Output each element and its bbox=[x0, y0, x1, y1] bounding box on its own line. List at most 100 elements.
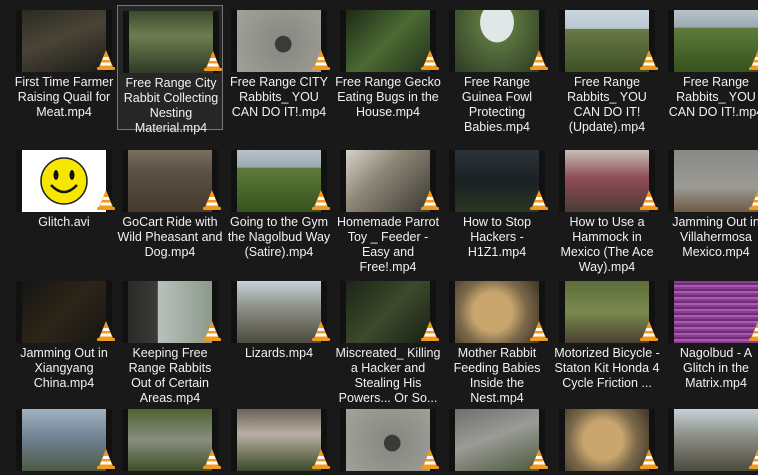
file-item[interactable]: GoCart Ride with Wild Pheasant and Dog.m… bbox=[117, 145, 223, 270]
file-item[interactable]: Jamming Out in Villahermosa Mexico.mp4 bbox=[663, 145, 758, 270]
thumbnail-frame bbox=[346, 10, 430, 72]
video-thumbnail bbox=[668, 150, 758, 212]
file-item[interactable]: Lizards.mp4 bbox=[226, 276, 332, 401]
video-thumbnail bbox=[668, 409, 758, 471]
thumbnail-frame bbox=[455, 150, 539, 212]
thumbnail-frame bbox=[565, 281, 649, 343]
file-name-label: Motorized Bicycle - Staton Kit Honda 4 C… bbox=[554, 346, 660, 390]
vlc-cone-icon bbox=[312, 189, 330, 211]
vlc-cone-icon bbox=[530, 448, 548, 470]
vlc-cone-icon bbox=[530, 49, 548, 71]
file-name-label: Miscreated_ Killing a Hacker and Stealin… bbox=[335, 346, 441, 405]
file-item[interactable]: Free Range Gecko Eating Bugs in the Hous… bbox=[335, 5, 441, 130]
file-name-label: Free Range Gecko Eating Bugs in the Hous… bbox=[335, 75, 441, 119]
thumbnail-frame bbox=[674, 150, 758, 212]
vlc-cone-icon bbox=[97, 448, 115, 470]
file-name-label: GoCart Ride with Wild Pheasant and Dog.m… bbox=[117, 215, 223, 259]
file-item[interactable] bbox=[226, 404, 332, 471]
file-item[interactable]: How to Use a Hammock in Mexico (The Ace … bbox=[554, 145, 660, 274]
vlc-cone-icon bbox=[640, 448, 658, 470]
thumbnail-frame bbox=[346, 150, 430, 212]
file-item[interactable] bbox=[335, 404, 441, 471]
vlc-cone-icon bbox=[203, 189, 221, 211]
file-item[interactable] bbox=[663, 404, 758, 471]
thumbnail-frame bbox=[565, 10, 649, 72]
vlc-cone-icon bbox=[749, 49, 758, 71]
vlc-cone-icon bbox=[312, 448, 330, 470]
vlc-cone-icon bbox=[97, 49, 115, 71]
file-name-label: Free Range City Rabbit Collecting Nestin… bbox=[123, 76, 219, 135]
thumbnail-frame bbox=[455, 10, 539, 72]
thumbnail-frame bbox=[674, 10, 758, 72]
thumbnail-frame bbox=[455, 281, 539, 343]
video-thumbnail bbox=[668, 10, 758, 72]
file-item[interactable]: Homemade Parrot Toy _ Feeder - Easy and … bbox=[335, 145, 441, 274]
file-item[interactable] bbox=[11, 404, 117, 471]
file-name-label: Keeping Free Range Rabbits Out of Certai… bbox=[128, 346, 212, 405]
thumbnail-frame bbox=[455, 409, 539, 471]
thumbnail-frame bbox=[565, 150, 649, 212]
file-name-label: Jamming Out in Xiangyang China.mp4 bbox=[20, 346, 108, 390]
vlc-cone-icon bbox=[530, 189, 548, 211]
file-name-label: Lizards.mp4 bbox=[244, 346, 314, 360]
file-item[interactable]: Going to the Gym the Nagolbud Way (Satir… bbox=[226, 145, 332, 270]
vlc-cone-icon bbox=[640, 320, 658, 342]
vlc-cone-icon bbox=[421, 189, 439, 211]
file-item[interactable]: Keeping Free Range Rabbits Out of Certai… bbox=[117, 276, 223, 405]
file-item[interactable]: Glitch.avi bbox=[11, 145, 117, 270]
vlc-cone-icon bbox=[421, 49, 439, 71]
file-item[interactable]: Jamming Out in Xiangyang China.mp4 bbox=[11, 276, 117, 401]
file-name-label: Homemade Parrot Toy _ Feeder - Easy and … bbox=[336, 215, 440, 274]
smiley-icon bbox=[22, 150, 106, 212]
thumbnail-frame bbox=[237, 409, 321, 471]
video-thumbnail bbox=[668, 281, 758, 343]
vlc-cone-icon bbox=[749, 448, 758, 470]
file-item[interactable]: Free Range Rabbits_ YOU CAN DO IT!.mp4 bbox=[663, 5, 758, 130]
file-item[interactable]: Free Range City Rabbit Collecting Nestin… bbox=[117, 5, 223, 135]
vlc-cone-icon bbox=[312, 49, 330, 71]
file-grid: First Time Farmer Raising Quail for Meat… bbox=[0, 0, 758, 471]
file-item[interactable] bbox=[554, 404, 660, 471]
thumbnail-frame bbox=[22, 10, 106, 72]
file-item[interactable]: Nagolbud - A Glitch in the Matrix.mp4 bbox=[663, 276, 758, 401]
vlc-cone-icon bbox=[530, 320, 548, 342]
thumbnail-frame bbox=[129, 11, 213, 73]
thumbnail-frame bbox=[346, 409, 430, 471]
file-name-label: First Time Farmer Raising Quail for Meat… bbox=[14, 75, 114, 119]
file-item[interactable]: Free Range Guinea Fowl Protecting Babies… bbox=[444, 5, 550, 134]
vlc-cone-icon bbox=[203, 320, 221, 342]
thumbnail-frame bbox=[674, 409, 758, 471]
file-item[interactable] bbox=[117, 404, 223, 471]
file-name-label: Free Range CITY Rabbits_ YOU CAN DO IT!.… bbox=[230, 75, 328, 119]
file-item[interactable]: How to Stop Hackers - H1Z1.mp4 bbox=[444, 145, 550, 270]
vlc-cone-icon bbox=[421, 448, 439, 470]
thumbnail-frame bbox=[565, 409, 649, 471]
file-name-label: Glitch.avi bbox=[38, 215, 90, 229]
file-item[interactable]: Free Range CITY Rabbits_ YOU CAN DO IT!.… bbox=[226, 5, 332, 130]
file-item[interactable]: First Time Farmer Raising Quail for Meat… bbox=[11, 5, 117, 130]
file-name-label: Nagolbud - A Glitch in the Matrix.mp4 bbox=[679, 346, 753, 390]
file-item[interactable]: Motorized Bicycle - Staton Kit Honda 4 C… bbox=[554, 276, 660, 401]
file-item[interactable]: Miscreated_ Killing a Hacker and Stealin… bbox=[335, 276, 441, 405]
vlc-cone-icon bbox=[97, 320, 115, 342]
thumbnail-frame bbox=[128, 409, 212, 471]
thumbnail-frame bbox=[128, 150, 212, 212]
file-name-label: Free Range Rabbits_ YOU CAN DO IT! (Upda… bbox=[567, 75, 647, 134]
file-item[interactable]: Free Range Rabbits_ YOU CAN DO IT! (Upda… bbox=[554, 5, 660, 134]
vlc-cone-icon bbox=[640, 189, 658, 211]
thumbnail-frame bbox=[128, 281, 212, 343]
thumbnail-frame bbox=[237, 150, 321, 212]
thumbnail-frame bbox=[22, 281, 106, 343]
file-name-label: How to Stop Hackers - H1Z1.mp4 bbox=[462, 215, 532, 259]
vlc-cone-icon bbox=[640, 49, 658, 71]
file-name-label: Going to the Gym the Nagolbud Way (Satir… bbox=[227, 215, 331, 259]
file-name-label: Mother Rabbit Feeding Babies Inside the … bbox=[453, 346, 541, 405]
file-item[interactable]: Mother Rabbit Feeding Babies Inside the … bbox=[444, 276, 550, 405]
file-name-label: Free Range Rabbits_ YOU CAN DO IT!.mp4 bbox=[668, 75, 758, 119]
thumbnail-frame bbox=[346, 281, 430, 343]
vlc-cone-icon bbox=[749, 189, 758, 211]
file-item[interactable] bbox=[444, 404, 550, 471]
thumbnail-frame bbox=[22, 409, 106, 471]
file-name-label: Free Range Guinea Fowl Protecting Babies… bbox=[461, 75, 533, 134]
vlc-cone-icon bbox=[312, 320, 330, 342]
